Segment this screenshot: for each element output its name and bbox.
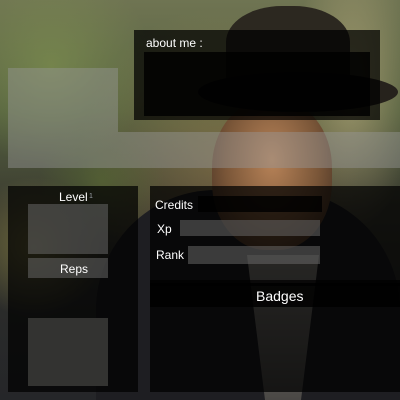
- about-me-label: about me :: [146, 36, 203, 50]
- credits-label: Credits: [155, 198, 194, 212]
- reps-content-box: [28, 318, 108, 386]
- xp-label: Xp: [157, 222, 172, 236]
- credits-value-box: [198, 196, 322, 212]
- about-me-content: [144, 52, 370, 116]
- xp-bar: [180, 220, 320, 236]
- profile-card: about me : Level 1 Reps Credits Xp Rank …: [0, 0, 400, 400]
- rank-box: [188, 246, 320, 264]
- avatar-frame: [8, 68, 118, 168]
- reps-label: Reps: [60, 262, 89, 276]
- header-strip: [118, 132, 400, 168]
- level-value: 1: [89, 193, 93, 200]
- level-label: Level: [59, 190, 88, 204]
- badges-label: Badges: [256, 288, 304, 304]
- level-box: [28, 204, 108, 254]
- rank-label: Rank: [156, 248, 185, 262]
